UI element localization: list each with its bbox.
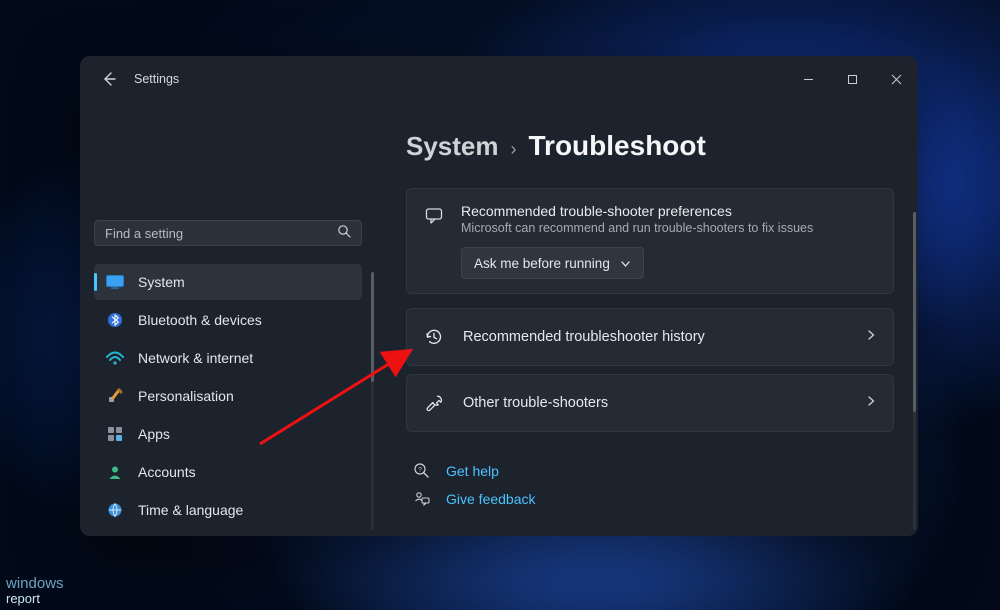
recommended-desc: Microsoft can recommend and run trouble-… xyxy=(461,221,877,235)
settings-window: Settings xyxy=(80,56,918,536)
window-controls xyxy=(786,64,918,94)
bluetooth-icon xyxy=(106,311,124,329)
row-label: Recommended troubleshooter history xyxy=(463,329,705,345)
back-arrow-icon xyxy=(101,71,117,87)
get-help-link[interactable]: ? Get help xyxy=(412,462,894,480)
speech-bubble-icon xyxy=(423,207,445,279)
system-icon xyxy=(106,273,124,291)
sidebar-item-label: Accounts xyxy=(138,464,196,480)
main-panel: System › Troubleshoot Recommended troubl… xyxy=(376,102,918,536)
wrench-icon xyxy=(423,393,445,413)
time-language-icon xyxy=(106,501,124,519)
watermark: windows report xyxy=(6,576,64,606)
titlebar: Settings xyxy=(80,56,918,102)
recommended-preferences-panel: Recommended trouble-shooter preferences … xyxy=(406,188,894,294)
svg-text:?: ? xyxy=(418,466,422,473)
troubleshooter-history-row[interactable]: Recommended troubleshooter history xyxy=(406,308,894,366)
maximize-button[interactable] xyxy=(830,64,874,94)
sidebar-item-label: Bluetooth & devices xyxy=(138,312,262,328)
window-title: Settings xyxy=(134,72,179,86)
sidebar-item-label: System xyxy=(138,274,185,290)
feedback-icon xyxy=(412,490,432,508)
accounts-icon xyxy=(106,463,124,481)
sidebar-item-time[interactable]: Time & language xyxy=(94,492,362,528)
sidebar-item-label: Time & language xyxy=(138,502,243,518)
back-button[interactable] xyxy=(94,64,124,94)
chevron-right-icon: › xyxy=(511,139,517,160)
search-icon xyxy=(337,224,351,243)
give-feedback-link[interactable]: Give feedback xyxy=(412,490,894,508)
close-icon xyxy=(891,74,902,85)
apps-icon xyxy=(106,425,124,443)
desktop-wallpaper: Settings xyxy=(0,0,1000,610)
get-help-icon: ? xyxy=(412,462,432,480)
sidebar-nav: System Bluetooth & devices Network & int… xyxy=(94,264,362,528)
breadcrumb-parent[interactable]: System xyxy=(406,131,499,162)
sidebar-item-label: Apps xyxy=(138,426,170,442)
search-box[interactable] xyxy=(94,220,362,246)
chevron-down-icon xyxy=(620,258,631,269)
main-scrollbar[interactable] xyxy=(913,212,916,530)
chevron-right-icon xyxy=(865,329,877,345)
row-label: Other trouble-shooters xyxy=(463,395,608,411)
sidebar-item-network[interactable]: Network & internet xyxy=(94,340,362,376)
maximize-icon xyxy=(847,74,858,85)
help-links: ? Get help Give feedback xyxy=(406,462,894,508)
minimize-button[interactable] xyxy=(786,64,830,94)
sidebar-item-personalisation[interactable]: Personalisation xyxy=(94,378,362,414)
search-input[interactable] xyxy=(105,226,337,241)
sidebar-item-label: Network & internet xyxy=(138,350,253,366)
recommended-title: Recommended trouble-shooter preferences xyxy=(461,203,877,219)
breadcrumb: System › Troubleshoot xyxy=(406,130,894,162)
dropdown-value: Ask me before running xyxy=(474,256,610,271)
sidebar-scrollbar-thumb[interactable] xyxy=(371,272,374,382)
sidebar-scrollbar[interactable] xyxy=(371,272,374,530)
history-icon xyxy=(423,327,445,347)
other-troubleshooters-row[interactable]: Other trouble-shooters xyxy=(406,374,894,432)
personalisation-icon xyxy=(106,387,124,405)
sidebar-item-apps[interactable]: Apps xyxy=(94,416,362,452)
page-title: Troubleshoot xyxy=(529,130,706,162)
chevron-right-icon xyxy=(865,395,877,411)
sidebar-item-system[interactable]: System xyxy=(94,264,362,300)
main-scrollbar-thumb[interactable] xyxy=(913,212,916,412)
preference-dropdown[interactable]: Ask me before running xyxy=(461,247,644,279)
network-icon xyxy=(106,349,124,367)
sidebar-item-label: Personalisation xyxy=(138,388,234,404)
give-feedback-text: Give feedback xyxy=(446,491,536,507)
sidebar-item-bluetooth[interactable]: Bluetooth & devices xyxy=(94,302,362,338)
watermark-line2: report xyxy=(6,591,64,606)
watermark-line1: windows xyxy=(6,576,64,591)
sidebar-item-accounts[interactable]: Accounts xyxy=(94,454,362,490)
close-button[interactable] xyxy=(874,64,918,94)
minimize-icon xyxy=(803,74,814,85)
sidebar: System Bluetooth & devices Network & int… xyxy=(80,102,376,536)
get-help-text: Get help xyxy=(446,463,499,479)
